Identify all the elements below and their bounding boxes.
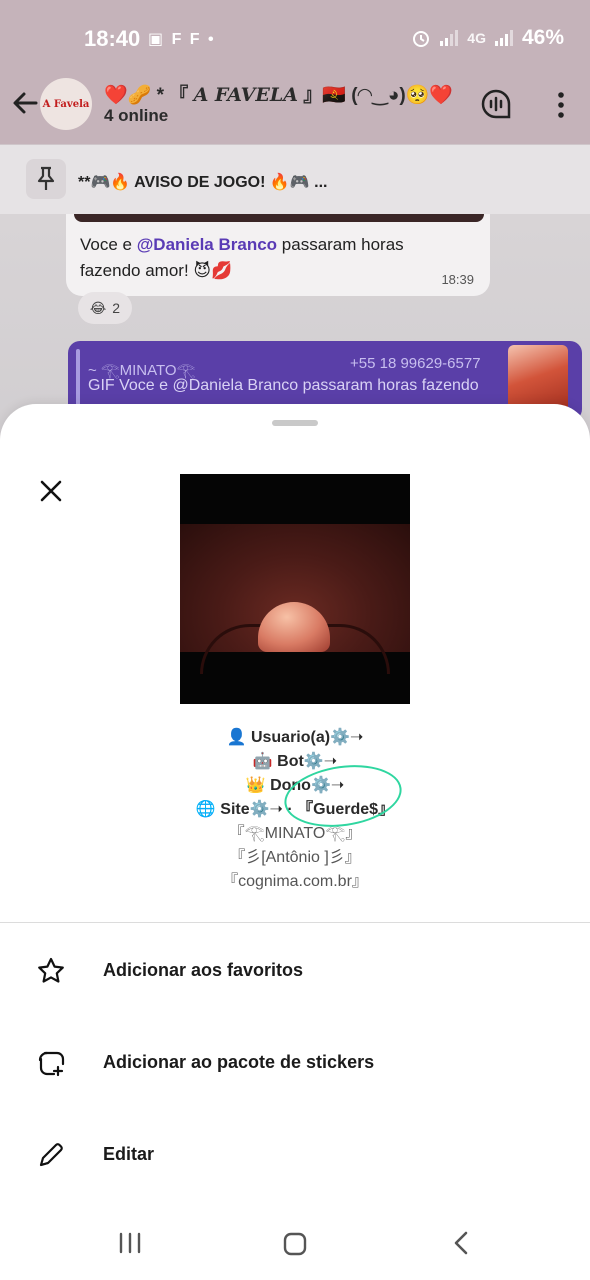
network-type: 4G [467, 30, 486, 46]
sticker-bottom-sheet: 👤 Usuario(a)⚙️➝ 🤖 Bot⚙️➝ 👑 Dono⚙️➝ 🌐 Sit… [0, 404, 590, 1280]
edit-button[interactable]: Editar [0, 1108, 590, 1200]
status-right: 4G 46% [411, 26, 564, 50]
sticker-preview [180, 474, 410, 704]
reply-text: GIF Voce e @Daniela Branco passaram hora… [88, 377, 479, 394]
info-line-user: 👤 Usuario(a)⚙️➝ [226, 729, 364, 746]
divider [0, 922, 590, 923]
edit-label: Editar [103, 1144, 155, 1164]
voice-chat-icon[interactable] [480, 88, 512, 120]
message-bubble[interactable]: Voce e @Daniela Branco passaram horas fa… [66, 214, 490, 296]
message-text: Voce e @Daniela Branco passaram horas fa… [80, 232, 440, 284]
chat-header: A Favela ❤️🥜 * 『 A FAVELA 』🇦🇴 (◠‿◕)🥺❤️ 4… [0, 78, 590, 144]
signal-icon-2 [494, 30, 513, 46]
info-line-name: 『彡[Antônio ]彡』 [229, 849, 361, 866]
title-prefix: ❤️🥜 * 『 [104, 85, 189, 106]
message-mention[interactable]: @Daniela Branco [137, 235, 277, 254]
sticker-scene [180, 524, 410, 674]
group-avatar[interactable]: A Favela [40, 78, 92, 130]
back-arrow-icon[interactable] [10, 88, 40, 118]
more-options-icon[interactable] [554, 90, 568, 120]
status-time: 18:40 [84, 26, 141, 51]
title-name: A FAVELA [193, 84, 298, 106]
system-navigation-bar [0, 1206, 590, 1280]
reaction-emoji: 😂 [89, 299, 107, 316]
star-icon [38, 957, 64, 983]
info-line-author: 『𓂀MINATO𓂀』 [228, 825, 362, 842]
recent-apps-icon[interactable] [118, 1232, 142, 1254]
add-to-sticker-pack-button[interactable]: Adicionar ao pacote de stickers [0, 1016, 590, 1108]
sticker-figure [258, 602, 330, 652]
online-count: 4 online [104, 106, 169, 125]
reaction-count: 2 [112, 300, 121, 316]
pinned-message-bar[interactable]: **🎮🔥 AVISO DE JOGO! 🔥🎮 ... [0, 144, 590, 214]
nav-back-icon[interactable] [450, 1230, 472, 1256]
notification-icons: ▣ F F • [148, 31, 216, 48]
pin-icon [26, 159, 66, 199]
pinned-text: **🎮🔥 AVISO DE JOGO! 🔥🎮 ... [78, 174, 328, 191]
info-line-website: 『cognima.com.br』 [222, 873, 368, 890]
close-icon[interactable] [40, 480, 62, 502]
sticker-add-icon [38, 1051, 65, 1077]
battery-level: 46% [521, 26, 564, 49]
add-to-favorites-label: Adicionar aos favoritos [103, 960, 304, 980]
reply-sender-phone: +55 18 99629-6577 [350, 355, 481, 372]
add-to-sticker-pack-label: Adicionar ao pacote de stickers [103, 1052, 375, 1072]
status-bar: 18:40 ▣ F F • 4G 46% [0, 0, 590, 78]
message-media [74, 214, 484, 222]
info-line-bot: 🤖 Bot⚙️➝ [252, 753, 338, 770]
avatar-text: A Favela [42, 98, 90, 110]
add-to-favorites-button[interactable]: Adicionar aos favoritos [0, 924, 590, 1016]
reaction-pill[interactable]: 😂 2 [78, 292, 132, 324]
title-suffix: 』🇦🇴 (◠‿◕)🥺❤️ [303, 85, 453, 106]
home-icon[interactable] [283, 1232, 307, 1256]
message-text-before: Voce e [80, 235, 137, 254]
sheet-drag-handle[interactable] [272, 420, 318, 426]
alarm-icon [413, 31, 430, 47]
signal-icon [440, 30, 459, 46]
group-title[interactable]: ❤️🥜 * 『 A FAVELA 』🇦🇴 (◠‿◕)🥺❤️ [104, 80, 453, 107]
pencil-icon [39, 1143, 63, 1167]
message-time: 18:39 [441, 272, 474, 287]
